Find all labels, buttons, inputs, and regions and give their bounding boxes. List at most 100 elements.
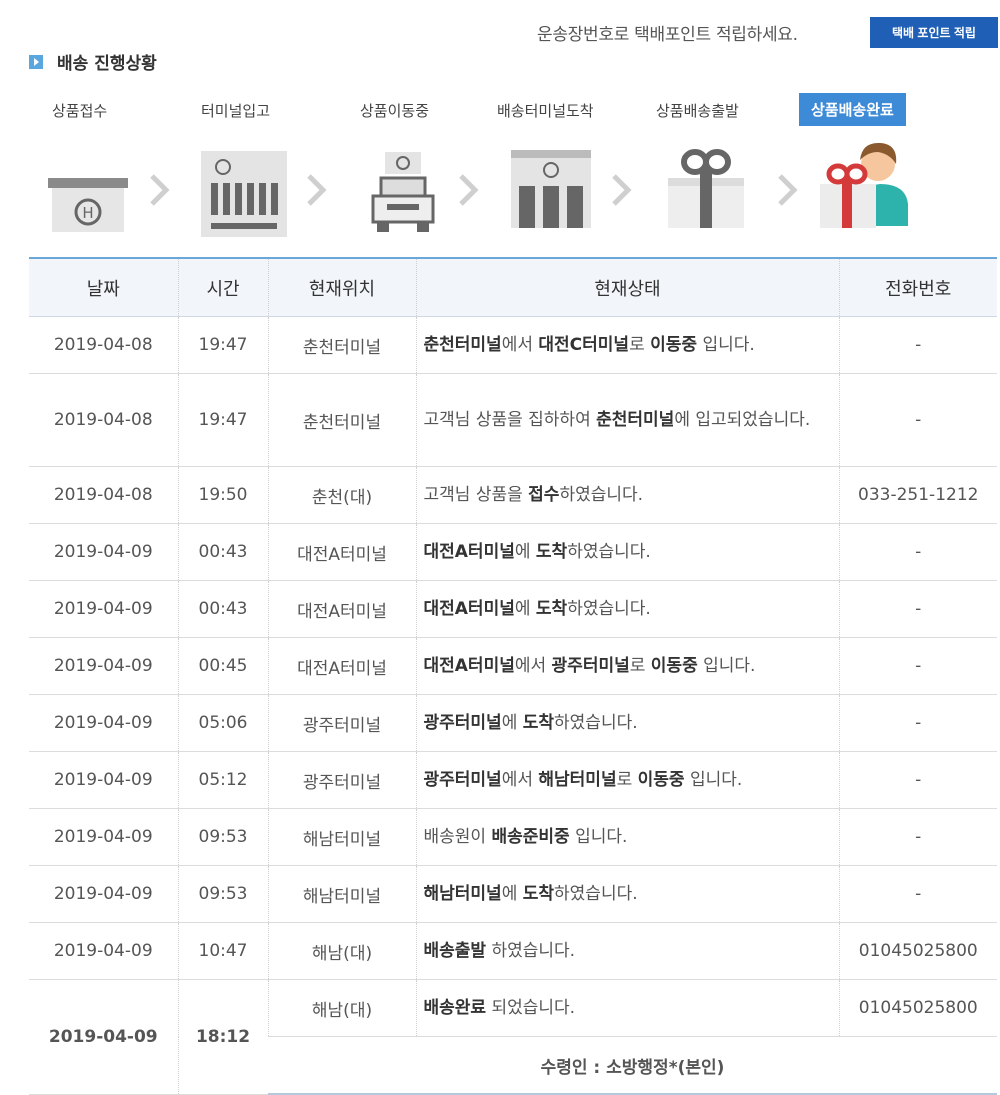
table-row: 2019-04-09 00:45 대전A터미널 대전A터미널에서 광주터미널로 이동중…: [29, 637, 997, 695]
table-row: 2019-04-08 19:47 춘천터미널 춘천터미널에서 대전C터미널로 이동중 …: [29, 316, 997, 374]
date-cell: 2019-04-09: [29, 580, 178, 638]
status-keyword: 이동중: [650, 655, 698, 676]
status-text: 에: [514, 541, 536, 562]
status-keyword: 배송출발: [423, 940, 487, 961]
status-keyword: 도착: [535, 598, 568, 619]
status-keyword: 해남터미널: [538, 769, 617, 790]
chevron-right-icon: [457, 172, 479, 212]
points-accumulate-button[interactable]: 택배 포인트 적립: [870, 17, 998, 48]
location-cell: 대전A터미널: [267, 637, 416, 695]
step-label-terminal-arrival: 배송터미널도착: [497, 102, 594, 120]
date-cell: 2019-04-09: [29, 922, 178, 980]
reception-building-icon: H: [48, 170, 130, 238]
date-cell: 2019-04-08: [29, 373, 178, 467]
date-cell: 2019-04-09: [29, 637, 178, 695]
status-keyword: 이동중: [637, 769, 685, 790]
phone-cell: -: [838, 523, 997, 581]
status-keyword: 대전C터미널: [538, 334, 630, 355]
table-row: 2019-04-08 19:50 춘천(대) 고객님 상품을 접수하였습니다. 033-…: [29, 466, 997, 524]
status-keyword: 춘천터미널: [423, 334, 502, 355]
step-label-departure: 상품배송출발: [656, 102, 739, 120]
terminal-icon: [201, 151, 287, 241]
status-cell: 광주터미널에서 해남터미널로 이동중 입니다.: [415, 751, 839, 809]
status-text: 에서: [514, 655, 552, 676]
location-cell: 해남터미널: [267, 808, 416, 866]
step-label-received: 상품접수: [52, 102, 108, 120]
status-text: 입니다.: [697, 655, 756, 676]
status-text: 되었습니다.: [486, 997, 576, 1018]
section-title-text: 배송 진행상황: [57, 54, 157, 74]
column-header-status: 현재상태: [415, 257, 839, 317]
truck-icon: [371, 152, 435, 238]
phone-cell: -: [838, 751, 997, 809]
date-cell: 2019-04-09: [29, 523, 178, 581]
table-row: 2019-04-09 09:53 해남터미널 해남터미널에 도착하였습니다. -: [29, 865, 997, 923]
status-cell: 고객님 상품을 접수하였습니다.: [415, 466, 839, 524]
status-keyword: 도착: [535, 541, 568, 562]
phone-cell: -: [838, 865, 997, 923]
phone-cell: 033-251-1212: [838, 466, 997, 524]
column-header-location: 현재위치: [267, 257, 416, 317]
time-cell: 10:47: [177, 922, 268, 980]
status-text: 고객님 상품을 집하하여: [423, 409, 597, 430]
status-cell: 대전A터미널에 도착하였습니다.: [415, 523, 839, 581]
step-label-moving: 상품이동중: [360, 102, 430, 120]
table-row: 2019-04-08 19:47 춘천터미널 고객님 상품을 집하하여 춘천터미널에 …: [29, 373, 997, 467]
tracking-table: 날짜 시간 현재위치 현재상태 전화번호 2019-04-08 19:47 춘천터미…: [29, 257, 997, 1095]
status-text: 하였습니다.: [554, 712, 638, 733]
status-text: 하였습니다.: [486, 940, 576, 961]
date-cell: 2019-04-09: [29, 751, 178, 809]
status-cell: 고객님 상품을 집하하여 춘천터미널에 입고되었습니다.: [415, 373, 839, 467]
points-notice: 운송장번호로 택배포인트 적립하세요.: [537, 25, 798, 45]
location-cell: 해남(대): [267, 979, 416, 1037]
status-keyword: 해남터미널: [423, 883, 502, 904]
phone-cell: -: [838, 808, 997, 866]
location-cell: 대전A터미널: [267, 523, 416, 581]
table-row: 2019-04-09 10:47 해남(대) 배송출발 하였습니다. 010450258…: [29, 922, 997, 980]
location-cell: 해남(대): [267, 922, 416, 980]
status-keyword: 도착: [522, 883, 555, 904]
location-cell: 춘천(대): [267, 466, 416, 524]
bullet-arrow-icon: [29, 54, 43, 69]
status-keyword: 접수: [528, 484, 560, 505]
final-time-cell: 18:12: [177, 979, 268, 1095]
location-cell: 대전A터미널: [267, 580, 416, 638]
chevron-right-icon: [776, 172, 798, 212]
date-cell: 2019-04-08: [29, 316, 178, 374]
time-cell: 19:50: [177, 466, 268, 524]
phone-cell: 01045025800: [838, 922, 997, 980]
time-cell: 05:06: [177, 694, 268, 752]
status-text: 로: [629, 334, 651, 355]
date-cell: 2019-04-09: [29, 865, 178, 923]
time-cell: 19:47: [177, 316, 268, 374]
status-text: 하였습니다.: [567, 598, 651, 619]
status-cell: 해남터미널에 도착하였습니다.: [415, 865, 839, 923]
table-row-delivered: 2019-04-09 18:12 해남(대) 배송완료 되었습니다. 010450258…: [29, 979, 997, 1095]
gift-box-icon: [666, 148, 746, 234]
status-text: 로: [616, 769, 638, 790]
section-title: 배송 진행상황: [29, 49, 157, 74]
chevron-right-icon: [305, 172, 327, 212]
status-text: 입니다.: [569, 826, 628, 847]
status-text: 하였습니다.: [559, 484, 644, 505]
phone-cell: -: [838, 580, 997, 638]
status-keyword: 광주터미널: [551, 655, 630, 676]
status-keyword: 배송완료: [423, 997, 487, 1018]
chevron-right-icon: [610, 172, 632, 212]
table-header-row: 날짜 시간 현재위치 현재상태 전화번호: [29, 257, 997, 317]
location-cell: 춘천터미널: [267, 373, 416, 467]
phone-cell: -: [838, 373, 997, 467]
status-cell: 배송출발 하였습니다.: [415, 922, 839, 980]
phone-cell: -: [838, 637, 997, 695]
column-header-phone: 전화번호: [838, 257, 997, 317]
column-header-time: 시간: [177, 257, 268, 317]
date-cell: 2019-04-08: [29, 466, 178, 524]
status-text: 에: [514, 598, 536, 619]
step-label-delivered: 상품배송완료: [799, 93, 906, 126]
delivery-terminal-icon: [511, 148, 591, 234]
status-keyword: 광주터미널: [423, 769, 502, 790]
status-text: 고객님 상품을: [423, 484, 529, 505]
phone-cell: -: [838, 316, 997, 374]
status-text: 에: [501, 712, 523, 733]
time-cell: 19:47: [177, 373, 268, 467]
